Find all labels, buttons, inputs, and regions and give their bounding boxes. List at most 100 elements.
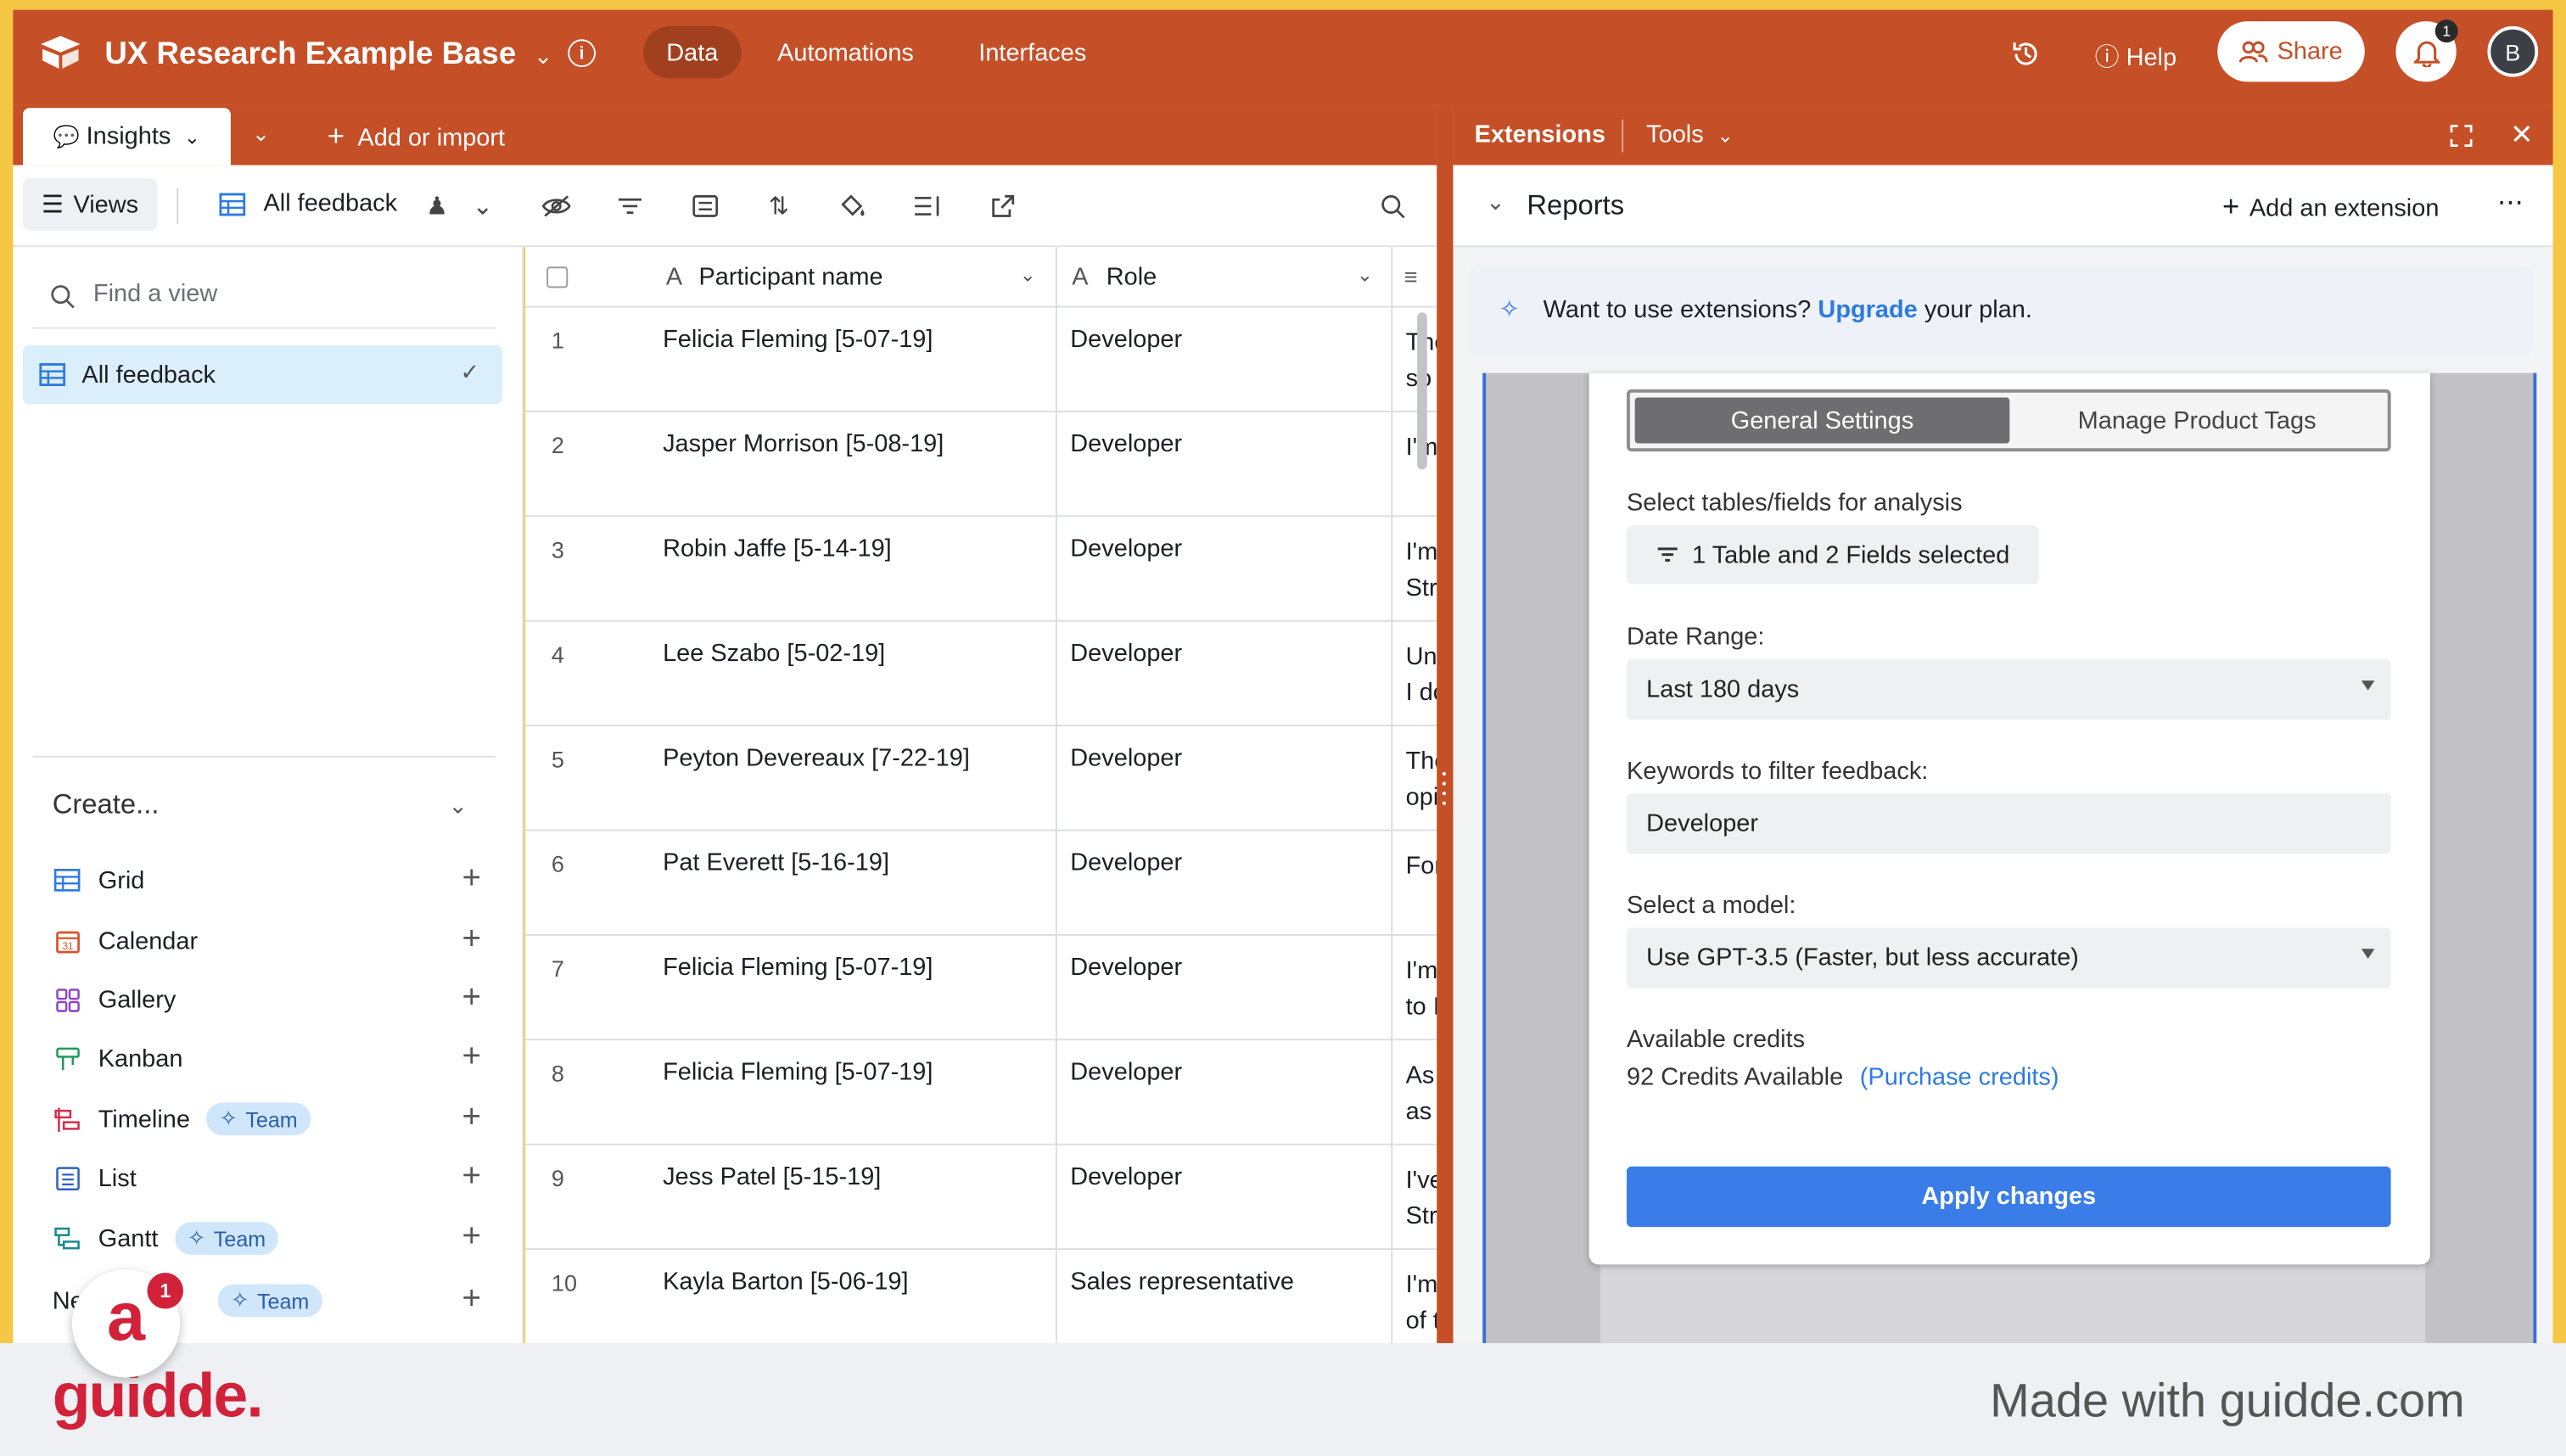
close-icon[interactable]: ✕ (2507, 120, 2537, 151)
cell-participant-name[interactable]: Felicia Fleming [5-07-19] (663, 954, 933, 982)
upgrade-link[interactable]: Upgrade (1818, 296, 1917, 324)
cell-role[interactable]: Sales representative (1070, 1268, 1294, 1296)
cell-participant-name[interactable]: Robin Jaffe [5-14-19] (663, 535, 892, 563)
cell-participant-name[interactable]: Lee Szabo [5-02-19] (663, 640, 885, 668)
plus-icon[interactable]: + (462, 1281, 481, 1319)
table-row[interactable]: 5 Peyton Devereaux [7-22-19] Developer T… (525, 726, 1437, 832)
chevron-down-icon[interactable]: ⌄ (1019, 263, 1035, 286)
table-row[interactable]: 2 Jasper Morrison [5-08-19] Developer I'… (525, 412, 1437, 518)
select-all-checkbox[interactable] (546, 266, 569, 288)
cell-role[interactable]: Developer (1070, 640, 1182, 668)
nav-automations[interactable]: Automations (777, 39, 914, 67)
cell-notes[interactable]: I'm Str (1406, 535, 1437, 607)
table-row[interactable]: 6 Pat Everett [5-16-19] Developer For (525, 831, 1437, 936)
chevron-down-icon[interactable]: ⌄ (448, 792, 468, 820)
cell-participant-name[interactable]: Kayla Barton [5-06-19] (663, 1268, 908, 1296)
table-row[interactable]: 1 Felicia Fleming [5-07-19] Developer Th… (525, 307, 1437, 412)
view-name[interactable]: All feedback (263, 190, 397, 218)
tools-menu[interactable]: Tools ⌄ (1646, 121, 1734, 149)
create-grid-view[interactable]: Grid + (53, 857, 495, 903)
history-icon[interactable] (2009, 37, 2042, 70)
help-button[interactable]: ⓘ Help (2095, 39, 2177, 73)
add-or-import-button[interactable]: + Add or import (328, 120, 505, 154)
table-row[interactable]: 10 Kayla Barton [5-06-19] Sales represen… (525, 1250, 1437, 1343)
create-gantt-view[interactable]: Gantt ✧ Team + (53, 1216, 495, 1262)
sort-icon[interactable]: ⇅ (761, 188, 797, 224)
add-extension-button[interactable]: + Add an extension (2222, 190, 2439, 224)
cell-role[interactable]: Developer (1070, 849, 1182, 877)
drag-handle-icon[interactable] (1442, 769, 1447, 809)
cell-role[interactable]: Developer (1070, 744, 1182, 772)
model-select[interactable]: Use GPT-3.5 (Faster, but less accurate) (1626, 927, 2391, 988)
search-icon[interactable] (1375, 188, 1410, 224)
more-options-icon[interactable]: ⋯ (2497, 187, 2525, 220)
find-view-input[interactable]: Find a view (93, 280, 217, 308)
row-height-icon[interactable] (910, 188, 945, 224)
cell-participant-name[interactable]: Jess Patel [5-15-19] (663, 1163, 881, 1191)
views-toggle-button[interactable]: ☰ Views (22, 178, 158, 231)
cell-participant-name[interactable]: Felicia Fleming [5-07-19] (663, 1058, 933, 1086)
avatar[interactable]: B (2487, 25, 2539, 77)
grid-scrollbar[interactable] (1417, 312, 1427, 470)
sidebar-item-all-feedback[interactable]: All feedback ✓ (22, 344, 503, 405)
create-gallery-view[interactable]: Gallery + (53, 977, 495, 1022)
create-list-view[interactable]: List + (53, 1155, 495, 1201)
cell-notes[interactable]: For (1406, 849, 1437, 885)
plus-icon[interactable]: + (462, 1039, 481, 1076)
create-view-heading[interactable]: Create... (53, 788, 160, 821)
chevron-down-icon[interactable]: ⌄ (465, 188, 501, 224)
chevron-down-icon[interactable]: ⌄ (1357, 263, 1373, 286)
cell-notes[interactable]: I'm to I (1406, 954, 1437, 1026)
purchase-credits-link[interactable]: (Purchase credits) (1860, 1063, 2059, 1091)
table-row[interactable]: 4 Lee Szabo [5-02-19] Developer Un I do (525, 622, 1437, 727)
share-button[interactable]: Share (2217, 21, 2365, 82)
cell-participant-name[interactable]: Peyton Devereaux [7-22-19] (663, 744, 970, 772)
plus-icon[interactable]: + (462, 921, 481, 959)
date-range-select[interactable]: Last 180 days (1626, 659, 2391, 720)
keywords-input[interactable]: Developer (1626, 793, 2391, 854)
chevron-down-icon[interactable]: ⌄ (1486, 188, 1505, 216)
group-icon[interactable] (687, 188, 723, 224)
cell-participant-name[interactable]: Jasper Morrison [5-08-19] (663, 430, 944, 458)
plus-icon[interactable]: + (462, 1158, 481, 1196)
plus-icon[interactable]: + (462, 1100, 481, 1137)
filter-icon[interactable] (612, 188, 647, 224)
column-header-participant[interactable]: Participant name (698, 263, 882, 291)
cell-notes[interactable]: I'm of t (1406, 1268, 1437, 1340)
pane-resize-handle[interactable] (1437, 104, 1454, 1343)
table-row[interactable]: 9 Jess Patel [5-15-19] Developer I've St… (525, 1145, 1437, 1251)
table-row[interactable]: 8 Felicia Fleming [5-07-19] Developer As… (525, 1040, 1437, 1145)
cell-role[interactable]: Developer (1070, 535, 1182, 563)
cell-notes[interactable]: The opi (1406, 744, 1437, 816)
chevron-down-icon[interactable]: ⌄ (534, 42, 553, 70)
plus-icon[interactable]: + (462, 860, 481, 898)
base-title[interactable]: UX Research Example Base (104, 37, 516, 73)
create-timeline-view[interactable]: Timeline ✧ Team + (53, 1096, 495, 1142)
cell-role[interactable]: Developer (1070, 1058, 1182, 1086)
info-icon[interactable]: i (568, 39, 596, 68)
cell-role[interactable]: Developer (1070, 430, 1182, 458)
plus-icon[interactable]: + (462, 980, 481, 1017)
tab-insights[interactable]: 💬 Insights ⌄ (22, 108, 231, 165)
extensions-title[interactable]: Extensions (1475, 121, 1605, 149)
create-kanban-view[interactable]: Kanban + (53, 1035, 495, 1081)
more-tables-chevron-icon[interactable]: ⌄ (252, 121, 270, 148)
nav-data[interactable]: Data (642, 25, 742, 79)
apply-changes-button[interactable]: Apply changes (1626, 1166, 2391, 1228)
cell-notes[interactable]: I've Str (1406, 1163, 1437, 1235)
nav-interfaces[interactable]: Interfaces (978, 39, 1086, 67)
cell-role[interactable]: Developer (1070, 954, 1182, 982)
tab-manage-product-tags[interactable]: Manage Product Tags (2009, 398, 2384, 444)
cell-role[interactable]: Developer (1070, 1163, 1182, 1191)
tab-general-settings[interactable]: General Settings (1634, 397, 2010, 444)
cell-role[interactable]: Developer (1070, 326, 1182, 354)
extension-name[interactable]: Reports (1527, 190, 1624, 223)
plus-icon[interactable]: + (462, 1218, 481, 1256)
expand-icon[interactable] (2448, 123, 2474, 149)
base-logo-icon[interactable] (39, 34, 81, 70)
cell-participant-name[interactable]: Pat Everett [5-16-19] (663, 849, 889, 877)
hide-fields-icon[interactable] (538, 188, 574, 224)
share-view-icon[interactable] (985, 188, 1021, 224)
column-header-role[interactable]: Role (1107, 263, 1157, 291)
select-tables-button[interactable]: 1 Table and 2 Fields selected (1626, 524, 2039, 585)
